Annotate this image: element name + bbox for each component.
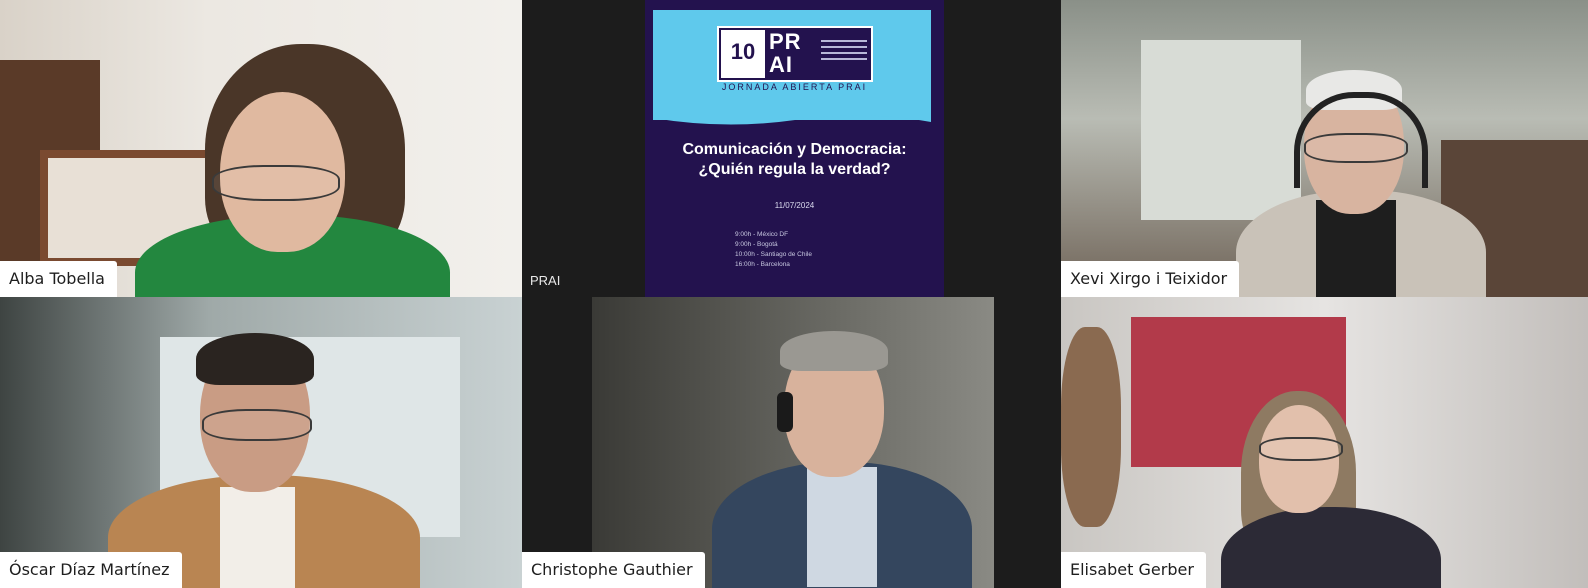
slide-schedule: 9:00h - México DF 9:00h - Bogotá 10:00h … (735, 230, 812, 270)
person-shirt (807, 467, 877, 587)
video-tile-alba-tobella[interactable]: Alba Tobella (0, 0, 522, 297)
person-glasses (202, 409, 312, 441)
logo-text-bottom: AI (769, 52, 793, 77)
participant-name-label: Xevi Xirgo i Teixidor (1061, 261, 1240, 297)
logo-text-top: PR (769, 29, 802, 54)
person-shirt (1316, 200, 1396, 297)
person-glasses (1304, 133, 1408, 163)
participant-name-label: Alba Tobella (0, 261, 117, 297)
slide-title-line-1: Comunicación y Democracia: (682, 141, 907, 158)
video-tile-christophe-gauthier[interactable]: Christophe Gauthier (522, 297, 994, 588)
video-tile-elisabet-gerber[interactable]: Elisabet Gerber (1061, 297, 1588, 588)
logo-wordmark: PR AI (769, 30, 802, 76)
person-glasses (1259, 437, 1343, 461)
participant-name-label: Christophe Gauthier (522, 552, 705, 588)
background-plant (1061, 327, 1121, 527)
prai-logo: 10 PR AI (717, 26, 873, 82)
schedule-item: 16:00h - Barcelona (735, 261, 790, 268)
slide-event-name: JORNADA ABIERTA PRAI (721, 82, 868, 92)
person-hair (196, 333, 314, 385)
schedule-item: 9:00h - Bogotá (735, 241, 778, 248)
logo-anniversary-badge: 10 (721, 30, 765, 78)
background-window (1141, 40, 1301, 220)
content-share-owner-label: PRAI (530, 273, 561, 288)
participant-name-label: Elisabet Gerber (1061, 552, 1206, 588)
schedule-item: 10:00h - Santiago de Chile (735, 251, 812, 258)
participant-name-label: Óscar Díaz Martínez (0, 552, 182, 588)
slide-date: 11/07/2024 (774, 201, 815, 210)
schedule-item: 9:00h - México DF (735, 231, 789, 238)
shared-slide: 10 PR AI JORNADA ABIERTA PRAI Comunicaci… (645, 0, 944, 297)
person-glasses (212, 165, 340, 201)
logo-subtitle-lines (821, 36, 867, 72)
video-tile-oscar-diaz[interactable]: Óscar Díaz Martínez (0, 297, 522, 588)
person-hair (780, 331, 888, 371)
slide-title-line-2: ¿Quién regula la verdad? (698, 161, 891, 178)
headphones-icon (777, 392, 793, 432)
person-shirt (220, 487, 295, 588)
slide-banner-wave (653, 100, 931, 125)
video-tile-xevi-xirgo[interactable]: Xevi Xirgo i Teixidor (1061, 0, 1588, 297)
slide-title: Comunicación y Democracia: ¿Quién regula… (645, 140, 944, 180)
